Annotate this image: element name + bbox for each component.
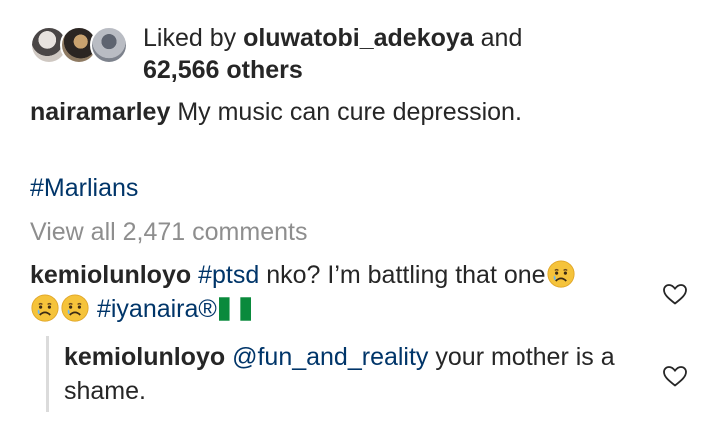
nigeria-flag-icon <box>218 297 251 321</box>
likes-summary: Liked by oluwatobi_adekoya and 62,566 ot… <box>143 22 603 86</box>
comment-username-link[interactable]: kemiolunloyo <box>30 261 191 289</box>
liker-username-link[interactable]: oluwatobi_adekoya <box>243 24 474 52</box>
worried-face-icon <box>547 260 575 288</box>
worried-face-icon <box>31 294 59 322</box>
avatar[interactable] <box>90 26 128 64</box>
liker-avatars[interactable] <box>30 26 135 66</box>
like-comment-heart-icon[interactable] <box>662 282 688 306</box>
comment: kemiolunloyo #ptsd nko? I’m battling tha… <box>30 258 640 326</box>
hashtag-link[interactable]: #ptsd <box>198 261 259 289</box>
mention-link[interactable]: @fun_and_reality <box>232 343 428 371</box>
caption-text: My music can cure depression. <box>170 98 522 126</box>
hashtag-link[interactable]: #iyanaira® <box>97 295 217 323</box>
worried-face-icon <box>61 294 89 322</box>
reply-thread-line <box>46 336 49 412</box>
likes-count-link[interactable]: 62,566 others <box>143 56 303 84</box>
comment-reply: kemiolunloyo @fun_and_reality your mothe… <box>64 340 644 408</box>
post-username-link[interactable]: nairamarley <box>30 98 170 126</box>
caption-hashtag-line: #Marlians <box>30 172 138 204</box>
likes-prefix: Liked by <box>143 24 244 52</box>
post-caption: nairamarley My music can cure depression… <box>30 96 522 128</box>
hashtag-link[interactable]: #Marlians <box>30 174 138 202</box>
comment-username-link[interactable]: kemiolunloyo <box>64 343 225 371</box>
like-comment-heart-icon[interactable] <box>662 364 688 388</box>
view-all-comments-link[interactable]: View all 2,471 comments <box>30 216 307 248</box>
comment-text: nko? I’m battling that one <box>259 261 546 289</box>
likes-conjunction: and <box>473 24 523 52</box>
